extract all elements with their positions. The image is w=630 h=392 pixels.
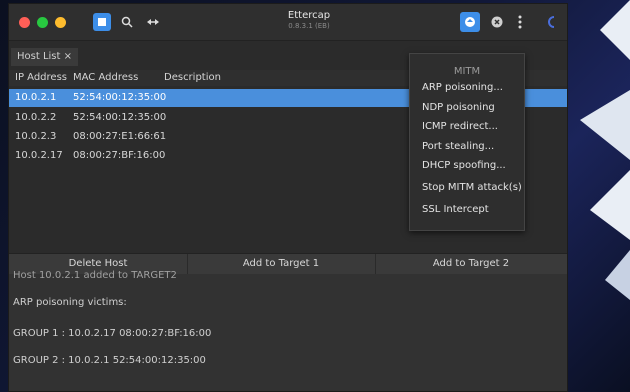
menu-item-port-stealing[interactable]: Port stealing...	[422, 141, 494, 152]
search-button[interactable]	[117, 12, 137, 32]
row-mac: 52:54:00:12:35:00	[73, 112, 167, 123]
extra-button[interactable]	[541, 12, 561, 32]
mitm-dropdown-menu: MITM ARP poisoning... NDP poisoning ICMP…	[409, 53, 525, 231]
row-mac: 52:54:00:12:35:00	[73, 92, 167, 103]
menu-item-dhcp-spoofing[interactable]: DHCP spoofing...	[422, 160, 506, 171]
menu-item-ndp-poisoning[interactable]: NDP poisoning	[422, 102, 495, 113]
row-ip: 10.0.2.3	[15, 131, 57, 142]
log-line: GROUP 2 : 10.0.2.1 52:54:00:12:35:00	[13, 355, 206, 366]
kali-dragon-wallpaper	[580, 0, 630, 300]
menu-item-ssl-intercept[interactable]: SSL Intercept	[422, 204, 489, 215]
row-ip: 10.0.2.17	[15, 150, 63, 161]
ettercap-window: Ettercap 0.8.3.1 (EB) Host List × IP Add…	[8, 3, 568, 392]
menu-item-arp-poisoning[interactable]: ARP poisoning...	[422, 82, 503, 93]
kebab-menu-icon	[518, 15, 522, 29]
log-line: GROUP 1 : 10.0.2.17 08:00:27:BF:16:00	[13, 328, 212, 339]
more-options-button[interactable]	[514, 12, 526, 32]
log-line: ARP poisoning victims:	[13, 297, 127, 308]
tab-host-list[interactable]: Host List ×	[11, 48, 78, 66]
menu-title: MITM	[453, 66, 481, 77]
close-icon	[491, 16, 503, 28]
app-title: Ettercap	[287, 10, 331, 21]
window-maximize-button[interactable]	[37, 17, 48, 28]
ettercap-logo-icon	[548, 16, 555, 28]
row-mac: 08:00:27:E1:66:61	[73, 131, 167, 142]
menu-item-icmp-redirect[interactable]: ICMP redirect...	[422, 121, 498, 132]
mitm-menu-button[interactable]	[460, 12, 480, 32]
row-ip: 10.0.2.2	[15, 112, 57, 123]
log-line-cut: Host 10.0.2.1 added to TARGET2	[13, 270, 177, 281]
log-panel: Host 10.0.2.1 added to TARGET2 ARP poiso…	[9, 270, 567, 391]
menu-item-stop-mitm[interactable]: Stop MITM attack(s)	[422, 182, 522, 193]
arrows-icon	[147, 19, 159, 25]
app-version: 0.8.3.1 (EB)	[288, 22, 330, 30]
add-to-target2-button[interactable]: Add to Target 2	[375, 254, 567, 274]
col-description[interactable]: Description	[164, 72, 221, 83]
col-ip-address[interactable]: IP Address	[15, 72, 67, 83]
mitm-globe-icon	[465, 17, 475, 27]
window-minimize-button[interactable]	[55, 17, 66, 28]
window-title: Ettercap 0.8.3.1 (EB)	[209, 10, 409, 30]
col-mac-address[interactable]: MAC Address	[73, 72, 138, 83]
titlebar: Ettercap 0.8.3.1 (EB)	[9, 4, 567, 41]
row-ip: 10.0.2.1	[15, 92, 57, 103]
add-to-target1-button[interactable]: Add to Target 1	[187, 254, 376, 274]
row-mac: 08:00:27:BF:16:00	[73, 150, 166, 161]
search-icon	[121, 16, 133, 28]
stop-icon	[98, 18, 106, 26]
close-button[interactable]	[487, 12, 507, 32]
window-close-button[interactable]	[19, 17, 30, 28]
stop-sniffing-button[interactable]	[93, 13, 111, 31]
arrows-button[interactable]	[143, 12, 163, 32]
